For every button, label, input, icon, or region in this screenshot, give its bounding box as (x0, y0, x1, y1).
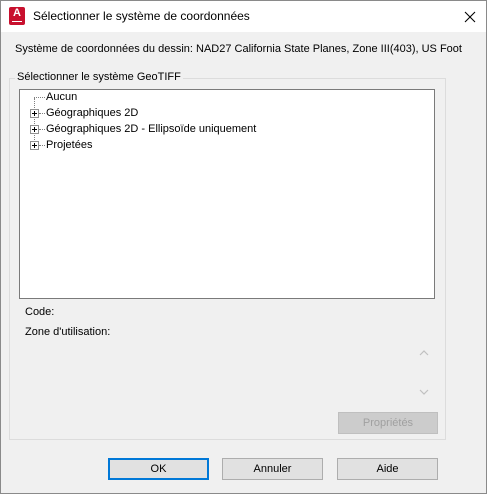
code-label: Code: (25, 306, 55, 318)
help-button[interactable]: Aide (337, 458, 438, 480)
expand-icon[interactable] (30, 125, 39, 134)
tree-item-geographiques-2d-ellipsoide[interactable]: Géographiques 2D - Ellipsoïde uniquement (20, 122, 320, 138)
tree-item-label: Géographiques 2D (46, 107, 139, 119)
drawing-cs-value: NAD27 California State Planes, Zone III(… (196, 43, 462, 55)
app-icon-letter: A (13, 7, 21, 19)
zone-label: Zone d'utilisation: (25, 326, 111, 338)
scroll-down-icon[interactable] (419, 388, 429, 396)
tree-item-geographiques-2d[interactable]: Géographiques 2D (20, 106, 320, 122)
autocad-app-icon: A (9, 7, 25, 25)
expand-icon[interactable] (30, 109, 39, 118)
properties-button[interactable]: Propriétés (338, 412, 438, 434)
geotiff-group-title: Sélectionner le système GeoTIFF (15, 71, 183, 83)
tree-item-projetees[interactable]: Projetées (20, 138, 320, 154)
drawing-cs-label: Système de coordonnées du dessin: (15, 43, 193, 55)
tree-item-label: Géographiques 2D - Ellipsoïde uniquement (46, 123, 257, 135)
close-button[interactable] (453, 1, 486, 32)
tree-item-label: Aucun (46, 91, 78, 103)
scroll-up-icon[interactable] (419, 349, 429, 357)
cancel-button[interactable]: Annuler (222, 458, 323, 480)
geotiff-tree[interactable]: Aucun Géographiques 2D Géographiques 2D … (19, 89, 435, 299)
tree-item-aucun[interactable]: Aucun (20, 90, 320, 106)
dialog-window: A Sélectionner le système de coordonnées… (0, 0, 487, 494)
zone-scrollbar[interactable] (415, 345, 433, 401)
close-icon (464, 11, 475, 22)
dialog-title: Sélectionner le système de coordonnées (33, 9, 250, 23)
tree-item-label: Projetées (46, 139, 93, 151)
ok-button[interactable]: OK (108, 458, 209, 480)
title-bar[interactable]: A Sélectionner le système de coordonnées (1, 1, 486, 32)
expand-icon[interactable] (30, 141, 39, 150)
